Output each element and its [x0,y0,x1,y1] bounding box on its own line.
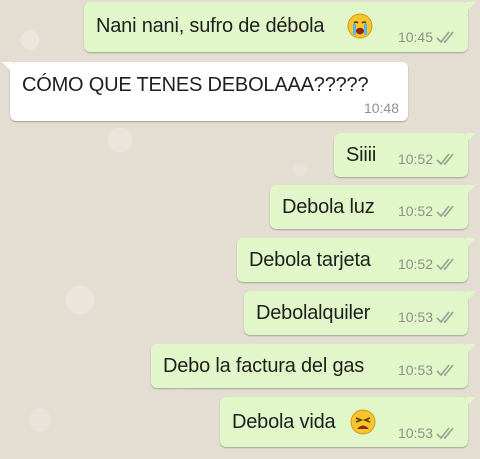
double-check-icon [436,153,454,166]
message-text: Debola luz [282,196,375,218]
message-bubble-outgoing[interactable]: Nani nani, sufro de débola 10:45 [84,2,476,52]
message-time: 10:53 [397,309,433,325]
message-meta: 10:53 [398,425,458,441]
double-check-icon [436,258,454,271]
message-meta: 10:53 [398,362,458,378]
message-text: Nani nani, sufro de débola [96,15,325,37]
message-time: 10:52 [397,203,433,219]
message-meta: 10:53 [398,309,458,325]
message-time: 10:48 [363,100,399,116]
message-time: 10:52 [397,256,433,272]
weary-face-icon [350,409,376,435]
message-meta: 10:52 [398,203,458,219]
double-check-icon [436,205,454,218]
message-meta: 10:52 [398,256,458,272]
double-check-icon [436,311,454,324]
message-bubble-outgoing[interactable]: Debo la factura del gas 10:53 [151,344,476,388]
double-check-icon [436,427,454,440]
double-check-icon [436,364,454,377]
message-text: Siiii [346,144,377,166]
message-bubble-incoming[interactable]: CÓMO QUE TENES DEBOLAAA????? 10:48 [2,62,408,121]
message-bubble-outgoing[interactable]: Siiii 10:52 [334,133,476,177]
message-text: Debolalquiler [256,302,371,324]
message-text: Debola vida [232,411,336,433]
message-time: 10:52 [397,151,433,167]
message-meta: 10:52 [398,151,458,167]
message-meta: 10:45 [398,29,458,45]
message-bubble-outgoing[interactable]: Debola luz 10:52 [270,185,476,229]
message-text: Debo la factura del gas [163,355,365,377]
message-bubble-outgoing[interactable]: Debola vida 10:53 [220,397,476,447]
double-check-icon [436,31,454,44]
loudly-crying-face-icon [347,13,373,39]
message-text: Debola tarjeta [249,249,371,271]
message-time: 10:53 [397,362,433,378]
message-meta: 10:48 [364,100,399,116]
message-bubble-outgoing[interactable]: Debolalquiler 10:53 [244,291,476,335]
message-time: 10:53 [397,425,433,441]
message-bubble-outgoing[interactable]: Debola tarjeta 10:52 [237,238,476,282]
message-text: CÓMO QUE TENES DEBOLAAA????? [22,74,369,96]
message-time: 10:45 [397,29,433,45]
